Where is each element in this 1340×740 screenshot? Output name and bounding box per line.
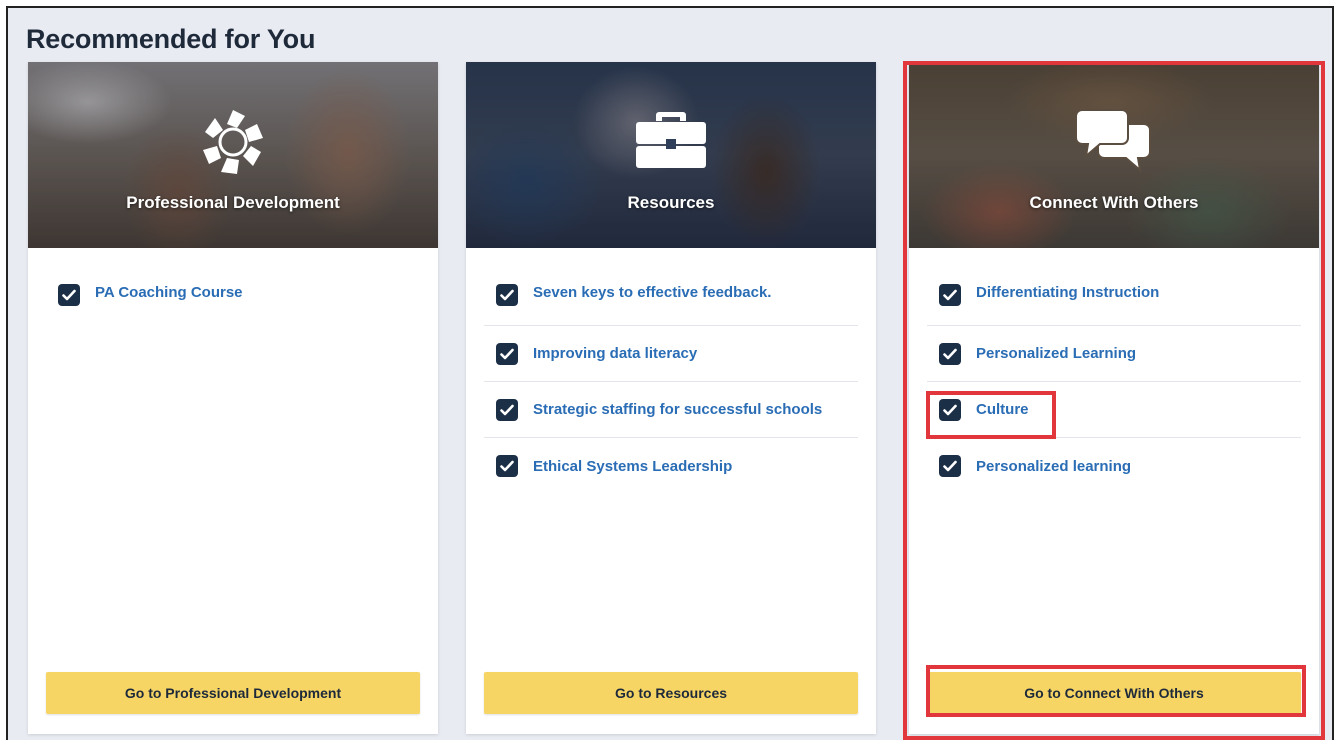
checkbox[interactable] — [496, 284, 518, 306]
checkmark-icon — [62, 289, 76, 301]
checkbox[interactable] — [939, 455, 961, 477]
card-hero-image: Professional Development — [28, 62, 438, 248]
item-list: Seven keys to effective feedback. Improv… — [484, 270, 858, 494]
go-to-connect-with-others-button[interactable]: Go to Connect With Others — [927, 672, 1301, 714]
item-link[interactable]: Strategic staffing for successful school… — [533, 401, 822, 418]
list-item[interactable]: Seven keys to effective feedback. — [484, 270, 858, 326]
card-title: Resources — [627, 193, 715, 212]
list-item[interactable]: Strategic staffing for successful school… — [484, 382, 858, 438]
list-item[interactable]: Differentiating Instruction — [927, 270, 1301, 326]
checkbox[interactable] — [496, 398, 518, 421]
checkmark-icon — [943, 404, 957, 415]
checkmark-icon — [500, 348, 514, 359]
card-hero-image: Resources — [466, 62, 876, 248]
checkbox[interactable] — [939, 342, 961, 365]
item-link[interactable]: Culture — [976, 401, 1029, 418]
list-item[interactable]: Culture — [927, 382, 1301, 438]
checkbox[interactable] — [939, 398, 961, 421]
chat-bubbles-icon — [1075, 109, 1151, 173]
go-to-professional-development-button[interactable]: Go to Professional Development — [46, 672, 420, 714]
card-hero-image: Connect With Others — [909, 62, 1319, 248]
card-title: Connect With Others — [1029, 193, 1199, 212]
checkbox[interactable] — [496, 455, 518, 477]
section-title: Recommended for You — [26, 24, 316, 54]
item-link[interactable]: Improving data literacy — [533, 345, 697, 362]
list-item[interactable]: Personalized Learning — [927, 326, 1301, 382]
list-item[interactable]: Improving data literacy — [484, 326, 858, 382]
checkbox[interactable] — [939, 284, 961, 306]
checkmark-icon — [500, 404, 514, 415]
aperture-icon — [203, 110, 263, 174]
checkbox[interactable] — [58, 284, 80, 306]
item-link[interactable]: Personalized Learning — [976, 345, 1136, 362]
checkmark-icon — [943, 348, 957, 359]
item-link[interactable]: Ethical Systems Leadership — [533, 458, 732, 475]
list-item[interactable]: PA Coaching Course — [46, 270, 420, 326]
item-link[interactable]: PA Coaching Course — [95, 284, 243, 301]
list-item[interactable]: Personalized learning — [927, 438, 1301, 494]
item-link[interactable]: Personalized learning — [976, 458, 1131, 475]
checkmark-icon — [500, 289, 514, 301]
checkmark-icon — [943, 460, 957, 472]
item-link[interactable]: Differentiating Instruction — [976, 284, 1159, 301]
checkmark-icon — [943, 289, 957, 301]
card-professional-development: Professional Development PA Coaching Cou… — [28, 62, 438, 734]
item-link[interactable]: Seven keys to effective feedback. — [533, 284, 771, 301]
list-item[interactable]: Ethical Systems Leadership — [484, 438, 858, 494]
card-resources: Resources Seven keys to effective feedba… — [466, 62, 876, 734]
card-connect-with-others: Connect With Others Differentiating Inst… — [909, 62, 1319, 734]
item-list: PA Coaching Course — [46, 270, 420, 326]
item-list: Differentiating Instruction Personalized… — [927, 270, 1301, 494]
checkbox[interactable] — [496, 342, 518, 365]
briefcase-icon — [636, 112, 706, 168]
card-title: Professional Development — [126, 193, 340, 212]
checkmark-icon — [500, 460, 514, 472]
go-to-resources-button[interactable]: Go to Resources — [484, 672, 858, 714]
recommendations-panel: Recommended for You Professional Develop… — [6, 6, 1334, 740]
